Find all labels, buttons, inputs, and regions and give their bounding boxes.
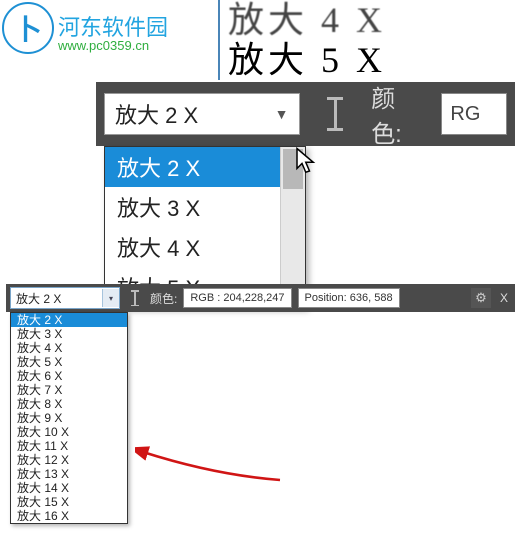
toolbar: 放大 2 X ▾ 颜色: RGB : 204,228,247 Position:… <box>6 284 515 312</box>
zoom-option[interactable]: 放大 11 X <box>11 439 127 453</box>
zoom-preview: 放大 4 X 放大 5 X <box>218 0 517 80</box>
site-url: www.pc0359.cn <box>58 38 149 53</box>
zoom-option[interactable]: 放大 3 X <box>11 327 127 341</box>
zoom-option[interactable]: 放大 12 X <box>11 453 127 467</box>
zoom-dropdown[interactable]: 放大 2 X放大 3 X放大 4 X放大 5 X放大 6 X放大 7 X放大 8… <box>10 312 128 524</box>
zoom-option[interactable]: 放大 2 X <box>11 313 127 327</box>
zoom-option[interactable]: 放大 8 X <box>11 397 127 411</box>
zoom-option[interactable]: 放大 16 X <box>11 509 127 523</box>
gear-icon: ⚙ <box>475 290 487 306</box>
x-label: X <box>497 291 511 305</box>
chevron-down-icon: ▼ <box>275 106 289 122</box>
position-value: Position: 636, 588 <box>298 288 400 308</box>
annotation-arrow-icon <box>135 410 285 495</box>
combo-value: 放大 2 X <box>115 98 198 130</box>
zoom-option[interactable]: 放大 2 X <box>105 147 305 187</box>
combo-value: 放大 2 X <box>16 290 61 307</box>
zoom-option[interactable]: 放大 14 X <box>11 481 127 495</box>
zoom-option[interactable]: 放大 7 X <box>11 383 127 397</box>
zoom-option[interactable]: 放大 4 X <box>105 227 305 267</box>
zoom-option[interactable]: 放大 6 X <box>11 369 127 383</box>
color-label: 颜色: <box>150 290 177 307</box>
rgb-prefix: RG <box>450 103 480 126</box>
zoom-option[interactable]: 放大 9 X <box>11 411 127 425</box>
rgb-value: RGB : 204,228,247 <box>183 288 291 308</box>
preview-line-1: 放大 4 X <box>220 0 517 40</box>
position-text: Position: 636, 588 <box>305 292 393 304</box>
zoom-option[interactable]: 放大 13 X <box>11 467 127 481</box>
zoom-combo-big[interactable]: 放大 2 X ▼ <box>104 93 300 135</box>
zoom-option[interactable]: 放大 10 X <box>11 425 127 439</box>
text-cursor-icon <box>126 287 144 309</box>
toolbar-zoomed: 放大 2 X ▼ 颜色: RG <box>96 82 515 146</box>
zoom-combo[interactable]: 放大 2 X ▾ <box>10 287 120 309</box>
preview-line-2: 放大 5 X <box>220 40 517 80</box>
zoom-option[interactable]: 放大 4 X <box>11 341 127 355</box>
zoom-option[interactable]: 放大 15 X <box>11 495 127 509</box>
chevron-down-icon[interactable]: ▾ <box>102 289 119 307</box>
mouse-pointer-icon <box>294 146 320 181</box>
rgb-text: RGB : 204,228,247 <box>190 292 284 304</box>
rgb-chip-big: RG <box>441 93 507 135</box>
logo-icon: 卜 <box>2 2 54 54</box>
settings-button[interactable]: ⚙ <box>471 288 491 308</box>
color-label-big: 颜色: <box>371 79 425 149</box>
zoom-option[interactable]: 放大 5 X <box>11 355 127 369</box>
zoom-option[interactable]: 放大 3 X <box>105 187 305 227</box>
text-cursor-icon <box>316 92 356 136</box>
logo-glyph: 卜 <box>14 8 42 48</box>
site-watermark: 卜 <box>2 2 54 54</box>
